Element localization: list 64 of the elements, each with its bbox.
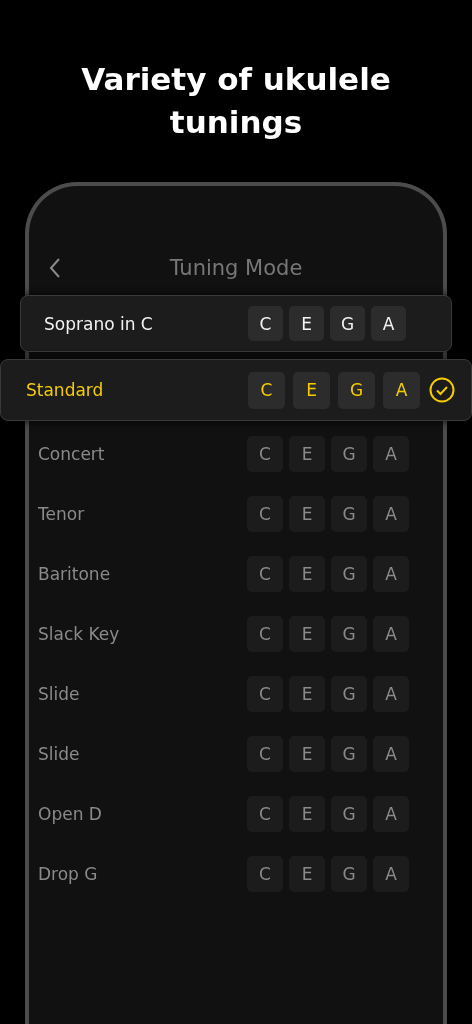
note-key: C <box>247 556 283 592</box>
screen-title: Tuning Mode <box>169 256 303 280</box>
tuning-name: Drop G <box>38 864 99 884</box>
note-key: A <box>373 796 409 832</box>
note-key: E <box>289 616 325 652</box>
note-key: G <box>331 556 367 592</box>
tuning-name: Slide <box>38 744 81 764</box>
note-key: E <box>289 306 324 341</box>
tuning-row[interactable]: Slide C E G A <box>29 724 443 784</box>
note-key: G <box>331 436 367 472</box>
note-key: A <box>373 556 409 592</box>
tuning-row[interactable]: Concert C E G A <box>29 424 443 484</box>
tuning-row[interactable]: Slide C E G A <box>29 664 443 724</box>
note-key: E <box>289 436 325 472</box>
note-key: A <box>373 736 409 772</box>
headline: Variety of ukulele tunings <box>80 60 392 142</box>
note-key: A <box>373 616 409 652</box>
note-key: A <box>373 496 409 532</box>
note-key: C <box>247 436 283 472</box>
tuning-row[interactable]: Slack Key C E G A <box>29 604 443 664</box>
note-key: G <box>331 496 367 532</box>
note-key: G <box>331 616 367 652</box>
note-key: C <box>247 796 283 832</box>
tuning-name: Standard <box>26 380 105 400</box>
note-key: E <box>289 556 325 592</box>
note-key: G <box>338 371 375 409</box>
note-key: E <box>289 856 325 892</box>
note-key: G <box>331 856 367 892</box>
note-key: A <box>373 436 409 472</box>
category-card[interactable]: Soprano in C C E G A <box>20 295 452 352</box>
note-key: C <box>247 736 283 772</box>
back-icon[interactable] <box>48 257 62 279</box>
note-key: C <box>247 496 283 532</box>
note-key: C <box>247 616 283 652</box>
check-icon <box>429 377 455 403</box>
note-key: A <box>371 306 406 341</box>
tuning-name: Open D <box>38 804 103 824</box>
note-key: E <box>289 676 325 712</box>
note-key: E <box>289 496 325 532</box>
note-key: C <box>247 676 283 712</box>
note-key: C <box>248 371 285 409</box>
note-key: C <box>247 856 283 892</box>
note-key: A <box>373 856 409 892</box>
tuning-name: Slack Key <box>38 624 121 644</box>
note-key: E <box>293 371 330 409</box>
tuning-row[interactable]: Tenor C E G A <box>29 484 443 544</box>
note-key: G <box>331 736 367 772</box>
tuning-name: Concert <box>38 444 106 464</box>
tuning-row[interactable]: Baritone C E G A <box>29 544 443 604</box>
tuning-name: Slide <box>38 684 81 704</box>
tuning-name: Tenor <box>38 504 86 524</box>
tuning-name: Soprano in C <box>44 313 154 334</box>
note-key: G <box>331 676 367 712</box>
note-key: A <box>383 371 420 409</box>
tuning-row[interactable]: Drop G C E G A <box>29 844 443 904</box>
note-key: G <box>331 796 367 832</box>
tuning-row[interactable]: Open D C E G A <box>29 784 443 844</box>
note-key: A <box>373 676 409 712</box>
tuning-name: Baritone <box>38 564 112 584</box>
note-key: C <box>248 306 283 341</box>
tuning-row[interactable]: Standard C E G A <box>0 359 472 421</box>
note-key: G <box>330 306 365 341</box>
note-key: E <box>289 736 325 772</box>
note-key: E <box>289 796 325 832</box>
